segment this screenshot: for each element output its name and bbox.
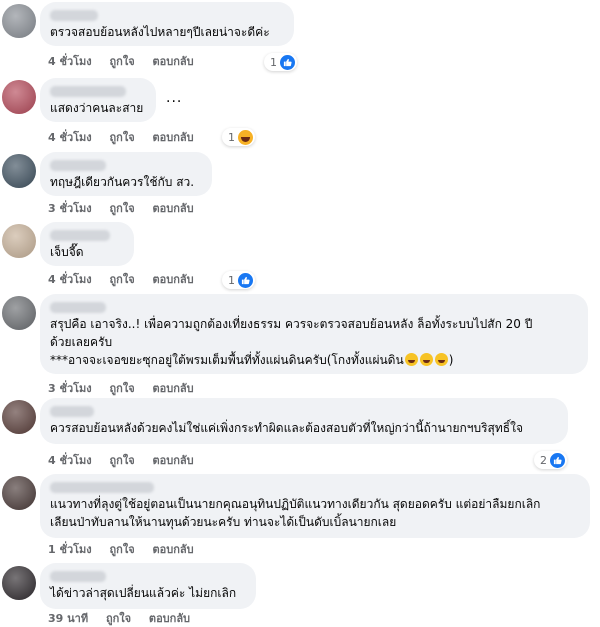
commenter-name[interactable] [50,302,106,313]
commenter-name[interactable] [50,482,154,493]
reaction-summary[interactable]: 1 [264,53,297,71]
reaction-summary[interactable]: 2 [534,451,567,469]
comment-time[interactable]: 4 ชั่วโมง [48,55,92,68]
like-button[interactable]: ถูกใจ [110,273,135,286]
comment-actions: 4 ชั่วโมง ถูกใจ ตอบกลับ [48,272,208,288]
reaction-summary[interactable]: 1 [222,128,255,146]
like-button[interactable]: ถูกใจ [110,55,135,68]
like-button[interactable]: ถูกใจ [110,131,135,144]
reply-button[interactable]: ตอบกลับ [152,131,193,144]
laugh-emoji-icon [434,353,448,366]
reaction-count: 1 [228,130,235,144]
comment-text: ***อาจจะเจอขยะซุกอยู่ใต้พรมเต็มพื้นที่ทั… [50,353,404,367]
comment-actions: 3 ชั่วโมง ถูกใจ ตอบกลับ [48,381,208,397]
reply-button[interactable]: ตอบกลับ [152,543,193,556]
like-button[interactable]: ถูกใจ [110,454,135,467]
comment-time[interactable]: 4 ชั่วโมง [48,273,92,286]
comment-actions: 1 ชั่วโมง ถูกใจ ตอบกลับ [48,542,208,558]
comment-bubble: ควรสอบย้อนหลังด้วยคงไม่ใช่แค่เพิ่งกระทำผ… [40,398,568,444]
comment-text: ทฤษฎีเดียวกันควรใช้กับ สว. [50,175,195,189]
like-button[interactable]: ถูกใจ [110,382,135,395]
comment-actions: 4 ชั่วโมง ถูกใจ ตอบกลับ [48,130,208,146]
like-icon [238,272,253,288]
like-icon [280,54,295,70]
commenter-name[interactable] [50,160,106,171]
smile-emoji-icon [404,353,418,366]
comment-time[interactable]: 4 ชั่วโมง [48,131,92,144]
reply-button[interactable]: ตอบกลับ [149,612,190,625]
comment-bubble: แนวทางที่ลุงตู่ใช้อยู่ตอนเป็นนายกคุณอนุท… [40,474,590,538]
comment-time[interactable]: 1 ชั่วโมง [48,543,92,556]
comment-bubble: สรุปคือ เอาจริง..! เพื่อความถูกต้องเที่ย… [40,294,588,374]
avatar[interactable] [2,4,36,38]
commenter-name[interactable] [50,406,94,417]
comment-text-line: เลียนป่าทับลานให้นานทุนด้วยนะครับ ท่านจะ… [50,515,397,529]
more-options-button[interactable]: ... [166,90,182,106]
laugh-emoji-icon [419,353,433,366]
commenter-name[interactable] [50,86,126,97]
comment-text: เจ็บจี๊ด [50,245,84,259]
reaction-summary[interactable]: 1 [222,271,255,289]
avatar[interactable] [2,154,36,188]
comment-time[interactable]: 3 ชั่วโมง [48,382,92,395]
reply-button[interactable]: ตอบกลับ [152,382,193,395]
comment-bubble: แสดงว่าคนละสาย [40,78,156,122]
reply-button[interactable]: ตอบกลับ [152,454,193,467]
comment-bubble: ได้ข่าวล่าสุดเปลี่ยนแล้วค่ะ ไม่ยกเลิก [40,563,256,609]
comment-bubble: ตรวจสอบย้อนหลังไปหลายๆปีเลยน่าจะดีค่ะ [40,2,294,46]
comment-text: ควรสอบย้อนหลังด้วยคงไม่ใช่แค่เพิ่งกระทำผ… [50,421,523,435]
comment-time[interactable]: 3 ชั่วโมง [48,202,92,215]
avatar[interactable] [2,400,36,434]
comment-bubble: เจ็บจี๊ด [40,222,134,266]
comment-text: ตรวจสอบย้อนหลังไปหลายๆปีเลยน่าจะดีค่ะ [50,25,270,39]
avatar[interactable] [2,224,36,258]
like-button[interactable]: ถูกใจ [106,612,131,625]
avatar[interactable] [2,296,36,330]
comment-text: แสดงว่าคนละสาย [50,101,144,115]
like-icon [550,452,565,468]
reaction-count: 1 [270,55,277,69]
comment-bubble: ทฤษฎีเดียวกันควรใช้กับ สว. [40,152,212,196]
comment-actions: 4 ชั่วโมง ถูกใจ ตอบกลับ [48,453,208,469]
comment-actions: 3 ชั่วโมง ถูกใจ ตอบกลับ [48,201,208,217]
comment-text: ) [448,353,454,367]
haha-icon [238,129,253,145]
comment-actions: 4 ชั่วโมง ถูกใจ ตอบกลับ [48,54,208,70]
reaction-count: 1 [228,273,235,287]
reply-button[interactable]: ตอบกลับ [152,273,193,286]
commenter-name[interactable] [50,230,110,241]
commenter-name[interactable] [50,10,98,21]
comment-text: ได้ข่าวล่าสุดเปลี่ยนแล้วค่ะ ไม่ยกเลิก [50,586,237,600]
comment-text-line: ด้วยเลยครับ [50,335,113,349]
comment-time[interactable]: 4 ชั่วโมง [48,454,92,467]
avatar[interactable] [2,476,36,510]
reply-button[interactable]: ตอบกลับ [152,202,193,215]
comment-text-line: ***อาจจะเจอขยะซุกอยู่ใต้พรมเต็มพื้นที่ทั… [50,351,578,369]
commenter-name[interactable] [50,571,106,582]
comment-text-line: สรุปคือ เอาจริง..! เพื่อความถูกต้องเที่ย… [50,317,533,331]
reaction-count: 2 [540,453,547,467]
like-button[interactable]: ถูกใจ [110,202,135,215]
avatar[interactable] [2,80,36,114]
reply-button[interactable]: ตอบกลับ [152,55,193,68]
comment-time[interactable]: 39 นาที [48,612,88,625]
avatar[interactable] [2,566,36,600]
like-button[interactable]: ถูกใจ [110,543,135,556]
comment-text-line: แนวทางที่ลุงตู่ใช้อยู่ตอนเป็นนายกคุณอนุท… [50,497,541,511]
